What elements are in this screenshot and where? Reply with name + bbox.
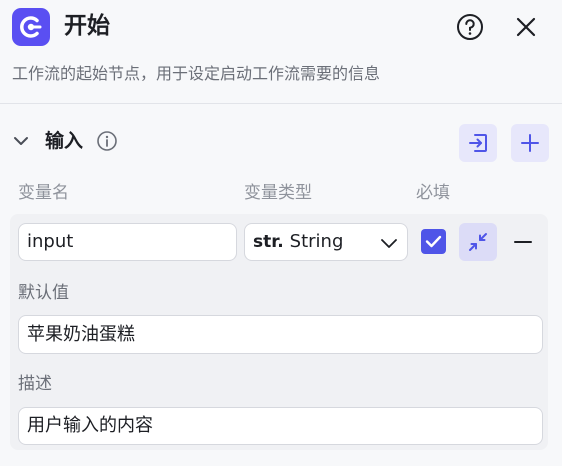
column-header-type: 变量类型	[244, 183, 312, 203]
import-button[interactable]	[459, 124, 497, 162]
required-checkbox[interactable]	[421, 229, 446, 254]
start-node-icon	[12, 8, 50, 46]
remove-variable-button[interactable]	[511, 231, 535, 253]
description-label: 描述	[18, 374, 52, 394]
add-variable-button[interactable]	[511, 124, 549, 162]
section-title: 输入	[45, 130, 84, 152]
column-header-name: 变量名	[18, 183, 69, 203]
plus-icon	[521, 134, 539, 152]
check-icon	[425, 235, 442, 248]
default-value-label: 默认值	[18, 283, 69, 303]
default-value-input[interactable]: 苹果奶油蛋糕	[18, 315, 543, 354]
type-value: String	[289, 231, 344, 252]
variable-name-input[interactable]: input	[18, 223, 237, 261]
minus-icon	[514, 241, 532, 243]
info-icon[interactable]	[96, 130, 118, 152]
node-title: 开始	[64, 13, 110, 39]
chevron-down-icon	[381, 239, 397, 248]
column-header-required: 必填	[416, 183, 450, 203]
description-input[interactable]: 用户输入的内容	[18, 407, 543, 445]
node-description: 工作流的起始节点，用于设定启动工作流需要的信息	[12, 64, 381, 83]
variable-type-select[interactable]: str. String	[244, 223, 408, 261]
collapse-icon	[469, 233, 487, 251]
collapse-button[interactable]	[459, 223, 497, 261]
help-icon[interactable]	[455, 12, 485, 42]
chevron-down-icon[interactable]	[10, 130, 32, 152]
close-icon[interactable]	[511, 12, 541, 42]
divider	[0, 103, 562, 104]
type-prefix: str.	[253, 232, 284, 252]
import-icon	[469, 134, 487, 152]
